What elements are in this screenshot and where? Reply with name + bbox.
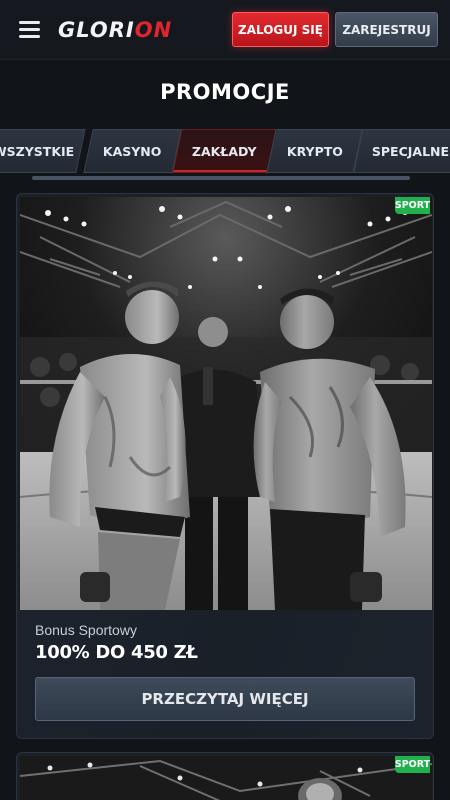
sport-badge: SPORT (395, 197, 430, 214)
promotion-image (20, 197, 432, 610)
promotion-image (20, 756, 432, 800)
promotion-card: SPORT Bonus Sportowy 100% DO 450 ZŁ PRZE… (16, 193, 434, 739)
mma-fighters-photo (20, 197, 432, 610)
top-header: GLORION ZALOGUJ SIĘ ZAREJESTRUJ (0, 0, 450, 60)
login-button[interactable]: ZALOGUJ SIĘ (232, 12, 329, 47)
hamburger-menu-icon[interactable] (19, 21, 40, 38)
promotion-card: SPORT (16, 752, 434, 800)
tabs-scrollbar[interactable] (32, 176, 410, 180)
promotion-subtitle: Bonus Sportowy (35, 622, 137, 638)
read-more-button[interactable]: PRZECZYTAJ WIĘCEJ (35, 677, 415, 721)
tab-crypto[interactable]: KRYPTO (266, 129, 363, 173)
register-button[interactable]: ZAREJESTRUJ (335, 12, 438, 47)
sport-badge: SPORT (395, 756, 430, 773)
tab-all[interactable]: WSZYSTKIE (0, 129, 86, 173)
arena-lights-photo (20, 756, 432, 800)
page-title: PROMOCJE (160, 80, 290, 104)
promotion-amount: 100% DO 450 ZŁ (35, 642, 198, 663)
tab-casino[interactable]: KASYNO (83, 129, 182, 173)
category-tabs: WSZYSTKIE KASYNO ZAKŁADY KRYPTO SPECJALN… (0, 129, 450, 174)
glorion-logo[interactable]: GLORION (58, 14, 172, 46)
tab-bets[interactable]: ZAKŁADY (172, 129, 277, 173)
tab-special[interactable]: SPECJALNE (353, 129, 450, 173)
